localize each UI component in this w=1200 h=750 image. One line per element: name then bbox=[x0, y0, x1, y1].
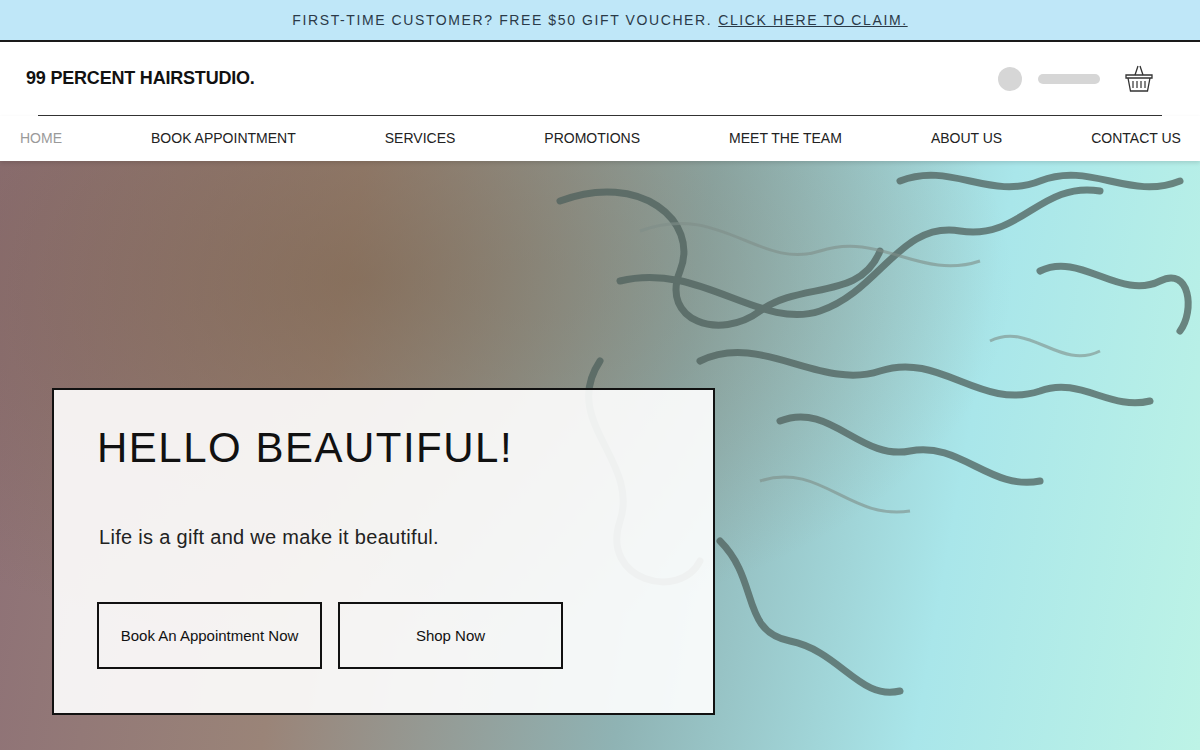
site-header: 99 PERCENT HAIRSTUDIO. bbox=[0, 42, 1200, 115]
main-nav: HOME BOOK APPOINTMENT SERVICES PROMOTIONS ME… bbox=[0, 116, 1200, 161]
site-logo[interactable]: 99 PERCENT HAIRSTUDIO. bbox=[26, 65, 255, 92]
hero-image: HELLO BEAUTIFUL! Life is a gift and we m… bbox=[0, 161, 1200, 750]
login-area[interactable] bbox=[998, 67, 1100, 91]
nav-item[interactable]: MEET THE TEAM bbox=[729, 128, 842, 149]
nav-item[interactable]: ABOUT US bbox=[931, 128, 1002, 149]
shop-now-button[interactable]: Shop Now bbox=[338, 602, 563, 669]
announcement-text: FIRST-TIME CUSTOMER? FREE $50 GIFT VOUCH… bbox=[292, 10, 712, 31]
hero-buttons: Book An Appointment NowShop Now bbox=[97, 602, 673, 669]
nav-item[interactable]: BOOK APPOINTMENT bbox=[151, 128, 296, 149]
claim-link[interactable]: CLICK HERE TO CLAIM. bbox=[718, 10, 907, 31]
book-appointment-button[interactable]: Book An Appointment Now bbox=[97, 602, 322, 669]
hero-title: HELLO BEAUTIFUL! bbox=[97, 424, 673, 472]
login-placeholder[interactable] bbox=[1038, 74, 1100, 84]
nav-item[interactable]: HOME bbox=[20, 128, 62, 149]
nav-item[interactable]: PROMOTIONS bbox=[544, 128, 640, 149]
avatar-icon[interactable] bbox=[998, 67, 1022, 91]
nav-item[interactable]: CONTACT US bbox=[1091, 128, 1181, 149]
basket-icon[interactable] bbox=[1124, 64, 1154, 94]
hero-panel: HELLO BEAUTIFUL! Life is a gift and we m… bbox=[52, 388, 715, 715]
hero-subtitle: Life is a gift and we make it beautiful. bbox=[99, 522, 673, 552]
announcement-bar: FIRST-TIME CUSTOMER? FREE $50 GIFT VOUCH… bbox=[0, 0, 1200, 42]
nav-item[interactable]: SERVICES bbox=[385, 128, 456, 149]
